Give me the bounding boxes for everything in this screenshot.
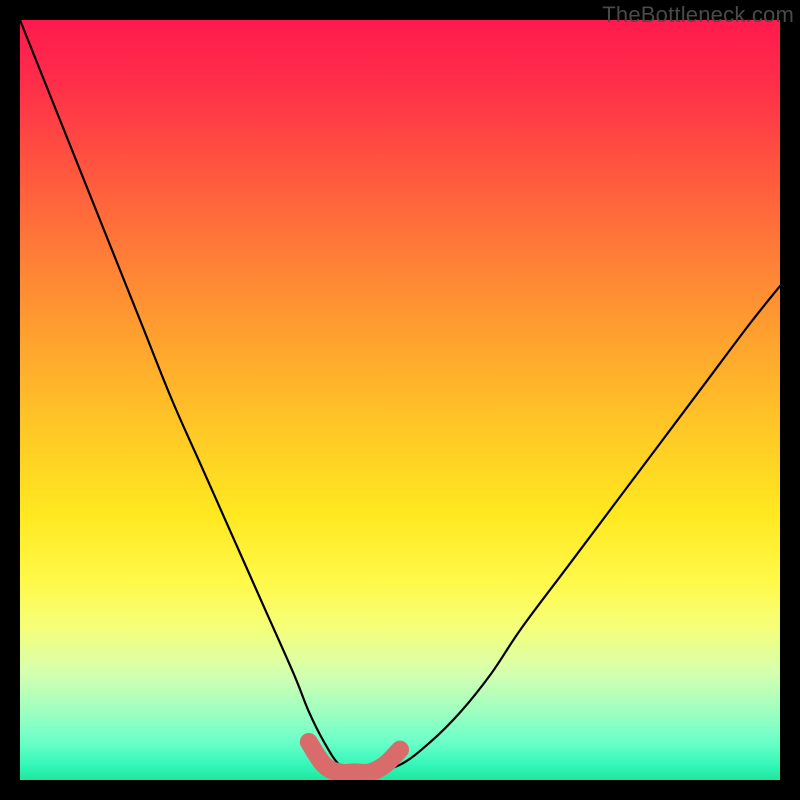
optimal-range-band [309,742,400,773]
bottleneck-chart [20,20,780,780]
bottleneck-curve-line [20,20,780,773]
